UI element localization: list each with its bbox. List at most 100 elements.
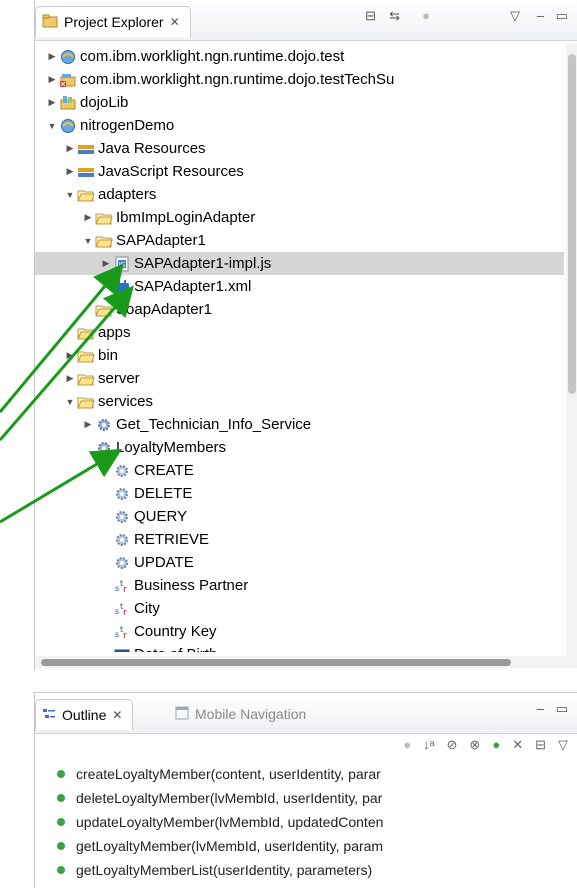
tree-item[interactable]: ▶ JavaScript Resources bbox=[35, 160, 564, 183]
tree-item-label: Get_Technician_Info_Service bbox=[116, 416, 312, 433]
hide-non-public-icon[interactable]: ● bbox=[492, 737, 500, 753]
sort-alphabetically-icon[interactable]: ↓ᵃ bbox=[423, 737, 434, 753]
tree-item[interactable]: ▼ adapters bbox=[35, 183, 564, 206]
public-method-icon bbox=[57, 818, 65, 826]
outline-item[interactable]: getLoyaltyMemberList(userIdentity, param… bbox=[57, 859, 372, 881]
folder-icon bbox=[95, 233, 113, 249]
tree-item[interactable]: RETRIEVE bbox=[35, 528, 564, 551]
tree-item[interactable]: ▶ server bbox=[35, 367, 564, 390]
outline-item[interactable]: updateLoyaltyMember(lvMembId, updatedCon… bbox=[57, 811, 383, 833]
expand-right-icon[interactable]: ▶ bbox=[65, 373, 75, 384]
hide-static-icon[interactable]: ⊗ bbox=[469, 737, 480, 753]
horizontal-scroll-thumb[interactable] bbox=[41, 659, 511, 666]
tree-item[interactable]: ▶ dojoLib bbox=[35, 91, 564, 114]
expand-down-icon[interactable]: ▼ bbox=[65, 190, 75, 200]
link-with-editor-icon[interactable]: ⇆ bbox=[389, 8, 400, 24]
tree-item[interactable]: QUERY bbox=[35, 505, 564, 528]
tab-outline[interactable]: Outline ✕ bbox=[35, 699, 134, 730]
tree-item[interactable]: DELETE bbox=[35, 482, 564, 505]
operation-gear-icon bbox=[113, 486, 131, 502]
minimize-icon[interactable]: ‒ bbox=[537, 8, 544, 23]
tree-item[interactable]: ▼ services bbox=[35, 390, 564, 413]
tree-item[interactable]: UPDATE bbox=[35, 551, 564, 574]
expand-down-icon[interactable]: ▼ bbox=[65, 397, 75, 407]
expand-right-icon[interactable]: ▶ bbox=[83, 212, 93, 223]
string-type-icon: str bbox=[113, 624, 131, 641]
minimize-icon[interactable]: ‒ bbox=[537, 701, 544, 716]
tree-item[interactable]: ▶ IbmImpLoginAdapter bbox=[35, 206, 564, 229]
operation-gear-icon bbox=[113, 532, 131, 548]
adapter-xml-icon bbox=[113, 279, 131, 295]
expand-down-icon[interactable]: ▼ bbox=[47, 121, 57, 131]
maximize-icon[interactable]: ▭ bbox=[556, 8, 568, 24]
operation-gear-icon bbox=[113, 463, 131, 479]
hide-local-types-icon[interactable]: ✕ bbox=[512, 737, 523, 753]
view-menu-icon[interactable]: ▽ bbox=[510, 8, 520, 24]
focus-icon[interactable]: ● bbox=[403, 737, 411, 753]
expand-right-icon[interactable]: ▶ bbox=[47, 51, 57, 62]
view-menu-icon[interactable]: ▽ bbox=[558, 737, 568, 753]
public-method-icon bbox=[57, 866, 65, 874]
tree-item[interactable]: ▶ bin bbox=[35, 344, 564, 367]
outline-item[interactable]: createLoyaltyMember(content, userIdentit… bbox=[57, 763, 381, 785]
horizontal-scrollbar[interactable] bbox=[35, 656, 577, 668]
outline-toolbar: ● ↓ᵃ ⊘ ⊗ ● ✕ ⊟ ▽ bbox=[403, 737, 568, 753]
hide-fields-icon[interactable]: ⊘ bbox=[447, 737, 458, 753]
vertical-scroll-thumb[interactable] bbox=[568, 54, 576, 394]
string-type-icon: str bbox=[113, 578, 131, 595]
tree-item[interactable]: Date of Birth bbox=[35, 643, 564, 652]
expand-right-icon[interactable]: ▶ bbox=[65, 166, 75, 177]
maximize-icon[interactable]: ▭ bbox=[556, 701, 568, 717]
tree-item-label: SoapAdapter1 bbox=[116, 301, 212, 318]
close-icon[interactable]: ✕ bbox=[170, 15, 180, 29]
outline-item[interactable]: getLoyaltyMember(lvMembId, userIdentity,… bbox=[57, 835, 383, 857]
tree-item[interactable]: ▶ com.ibm.worklight.ngn.runtime.dojo.test bbox=[35, 45, 564, 68]
tree-item[interactable]: ▶ com.ibm.worklight.ngn.runtime.dojo.test… bbox=[35, 68, 564, 91]
folder-icon bbox=[95, 302, 113, 318]
tree-item[interactable]: ▶ Get_Technician_Info_Service bbox=[35, 413, 564, 436]
expand-right-icon[interactable]: ▶ bbox=[65, 143, 75, 154]
collapse-all-icon[interactable]: ⊟ bbox=[365, 8, 376, 24]
tree-item-label: CREATE bbox=[134, 462, 194, 479]
collapse-all-icon[interactable]: ⊟ bbox=[535, 737, 546, 753]
project-error-icon bbox=[59, 72, 77, 88]
tab-label: Outline bbox=[62, 707, 107, 723]
tree-item[interactable]: ▼ SAPAdapter1 bbox=[35, 229, 564, 252]
tree-item[interactable]: LoyaltyMembers bbox=[35, 436, 564, 459]
folder-icon bbox=[77, 325, 95, 341]
expand-right-icon[interactable]: ▶ bbox=[47, 97, 57, 108]
tree-item-label: UPDATE bbox=[134, 554, 194, 571]
tree-item[interactable]: SAPAdapter1.xml bbox=[35, 275, 564, 298]
tree-item[interactable]: apps bbox=[35, 321, 564, 344]
tree-item[interactable]: s t r Business Partner bbox=[35, 574, 564, 597]
expand-right-icon[interactable]: ▶ bbox=[65, 350, 75, 361]
tree-item[interactable]: ▶ JS SAPAdapter1-impl.js bbox=[35, 252, 564, 275]
filter-icon[interactable]: ● bbox=[422, 8, 430, 23]
folder-icon bbox=[77, 371, 95, 387]
folder-icon bbox=[77, 394, 95, 410]
library-icon bbox=[59, 95, 77, 111]
tree-item[interactable]: s t r City bbox=[35, 597, 564, 620]
tree-item[interactable]: ▶ Java Resources bbox=[35, 137, 564, 160]
expand-right-icon[interactable]: ▶ bbox=[83, 419, 93, 430]
date-type-icon bbox=[113, 647, 131, 652]
svg-text:r: r bbox=[123, 631, 127, 640]
expand-right-icon[interactable]: ▶ bbox=[101, 258, 111, 269]
close-icon[interactable]: ✕ bbox=[112, 708, 122, 722]
project-explorer-tabbar: Project Explorer ✕ ⊟ ⇆ ● ▽ ‒ ▭ bbox=[35, 0, 577, 41]
tree-item-label: SAPAdapter1-impl.js bbox=[134, 255, 272, 272]
expand-right-icon[interactable]: ▶ bbox=[47, 74, 57, 85]
expand-down-icon[interactable]: ▼ bbox=[83, 236, 93, 246]
java-resources-icon bbox=[77, 141, 95, 157]
tree-item[interactable]: SoapAdapter1 bbox=[35, 298, 564, 321]
tab-project-explorer[interactable]: Project Explorer ✕ bbox=[35, 6, 191, 37]
tab-mobile-navigation[interactable]: Mobile Navigation bbox=[175, 699, 306, 729]
tree-item-label: RETRIEVE bbox=[134, 531, 210, 548]
outline-item[interactable]: deleteLoyaltyMember(lvMembId, userIdenti… bbox=[57, 787, 382, 809]
svg-text:r: r bbox=[123, 608, 127, 617]
vertical-scrollbar[interactable] bbox=[566, 44, 577, 656]
tree-item[interactable]: ▼ nitrogenDemo bbox=[35, 114, 564, 137]
tree-item[interactable]: CREATE bbox=[35, 459, 564, 482]
tree-item[interactable]: s t r Country Key bbox=[35, 620, 564, 643]
js-file-icon: JS bbox=[113, 256, 131, 272]
